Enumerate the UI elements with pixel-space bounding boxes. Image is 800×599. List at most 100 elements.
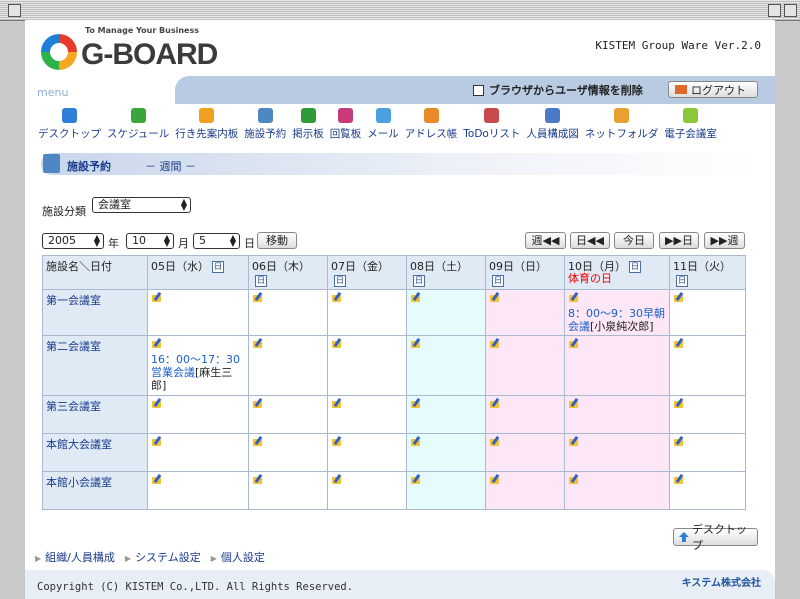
new-reservation-pencil-icon[interactable] [673,398,685,410]
nav-item-1[interactable]: スケジュール [104,108,172,141]
prev-week-button[interactable]: 週◀◀ [525,232,566,249]
reservation-cell [327,289,407,336]
nav-item-7[interactable]: アドレス帳 [402,108,461,141]
day-view-icon[interactable]: 日 [255,275,267,287]
reservation-cell [564,395,670,434]
new-reservation-pencil-icon[interactable] [252,436,264,448]
new-reservation-pencil-icon[interactable] [331,474,343,486]
day-select[interactable]: 5 ▲ ▼ [193,233,240,249]
new-reservation-pencil-icon[interactable] [331,398,343,410]
logout-icon [675,85,687,94]
day-header-label[interactable]: 09日（日） [489,260,547,273]
new-reservation-pencil-icon[interactable] [489,474,501,486]
new-reservation-pencil-icon[interactable] [568,338,580,350]
new-reservation-pencil-icon[interactable] [489,338,501,350]
window-collapse-button[interactable] [784,4,797,17]
clear-info-checkbox[interactable] [473,84,484,96]
room-name[interactable]: 第三会議室 [42,395,148,434]
new-reservation-pencil-icon[interactable] [568,474,580,486]
window-zoom-button[interactable] [768,4,781,17]
nav-item-10[interactable]: ネットフォルダ [582,108,662,141]
today-button[interactable]: 今日 [614,232,654,249]
reservation-cell [485,471,565,510]
move-button[interactable]: 移動 [257,232,297,249]
new-reservation-pencil-icon[interactable] [568,292,580,304]
desktop-button[interactable]: デスクトップ [673,523,758,552]
new-reservation-pencil-icon[interactable] [410,398,422,410]
day-header-label[interactable]: 06日（木） [252,260,310,273]
new-reservation-pencil-icon[interactable] [252,292,264,304]
nav-item-5[interactable]: 回覧板 [327,108,365,141]
new-reservation-pencil-icon[interactable] [568,436,580,448]
new-reservation-pencil-icon[interactable] [252,338,264,350]
new-reservation-pencil-icon[interactable] [151,398,163,410]
facility-category-select[interactable]: 会議室 ▲ ▼ [92,197,191,213]
next-day-button[interactable]: ▶▶日 [659,232,699,249]
footer-link-0[interactable]: ▶ 組織/人員構成 [35,549,115,565]
new-reservation-pencil-icon[interactable] [252,398,264,410]
nav-item-11[interactable]: 電子会議室 [661,108,720,141]
day-header-label[interactable]: 05日（水） [151,260,209,273]
new-reservation-pencil-icon[interactable] [151,436,163,448]
nav-item-8[interactable]: ToDoリスト [460,108,523,141]
room-name[interactable]: 本館小会議室 [42,471,148,510]
day-view-icon[interactable]: 日 [413,275,425,287]
room-name[interactable]: 第二会議室 [42,335,148,396]
nav-item-label: 行き先案内板 [175,128,239,140]
clear-browser-user-info[interactable]: ブラウザからユーザ情報を削除 [473,82,643,98]
nav-item-3[interactable]: 施設予約 [241,108,289,141]
new-reservation-pencil-icon[interactable] [331,338,343,350]
footer-link-1[interactable]: ▶ システム設定 [125,549,201,565]
day-header-label[interactable]: 08日（土） [410,260,468,273]
day-view-icon[interactable]: 日 [492,275,504,287]
next-week-button[interactable]: ▶▶週 [704,232,745,249]
reservation-cell [485,335,565,396]
nav-item-9[interactable]: 人員構成図 [523,108,582,141]
new-reservation-pencil-icon[interactable] [410,338,422,350]
new-reservation-pencil-icon[interactable] [568,398,580,410]
new-reservation-pencil-icon[interactable] [151,292,163,304]
year-label: 年 [108,237,119,250]
reservation-cell [669,395,746,434]
table-row: 第一会議室 8：00～9：30早朝会議[小泉純次郎] [42,289,746,336]
new-reservation-pencil-icon[interactable] [151,338,163,350]
month-select[interactable]: 10 ▲ ▼ [126,233,174,249]
gboard-logo[interactable]: To Manage Your Business G-BOARD [37,26,218,78]
reservation-entry[interactable]: 8：00～9：30早朝会議[小泉純次郎] [568,307,666,333]
new-reservation-pencil-icon[interactable] [331,292,343,304]
new-reservation-pencil-icon[interactable] [673,436,685,448]
prev-day-button[interactable]: 日◀◀ [570,232,610,249]
new-reservation-pencil-icon[interactable] [489,398,501,410]
room-name[interactable]: 本館大会議室 [42,433,148,472]
nav-item-6[interactable]: メール [364,108,402,141]
day-view-icon[interactable]: 日 [334,275,346,287]
new-reservation-pencil-icon[interactable] [673,474,685,486]
day-view-icon[interactable]: 日 [676,275,688,287]
nav-item-2[interactable]: 行き先案内板 [172,108,241,141]
room-name[interactable]: 第一会議室 [42,289,148,336]
day-header-label[interactable]: 11日（火） [673,260,731,273]
footer-link-2[interactable]: ▶ 個人設定 [211,549,265,565]
new-reservation-pencil-icon[interactable] [489,292,501,304]
table-row: 第二会議室 16：00～17：30営業会議[麻生三郎] [42,335,746,396]
reservation-entry[interactable]: 16：00～17：30営業会議[麻生三郎] [151,353,245,392]
window-close-button[interactable] [8,4,21,17]
day-view-icon[interactable]: 日 [629,261,641,273]
logout-button[interactable]: ログアウト [668,81,758,98]
new-reservation-pencil-icon[interactable] [489,436,501,448]
year-value: 2005 [48,234,76,247]
version-label: KISTEM Group Ware Ver.2.0 [595,39,761,52]
new-reservation-pencil-icon[interactable] [331,436,343,448]
day-view-icon[interactable]: 日 [212,261,224,273]
new-reservation-pencil-icon[interactable] [673,338,685,350]
nav-item-0[interactable]: デスクトップ [35,108,104,141]
new-reservation-pencil-icon[interactable] [410,474,422,486]
new-reservation-pencil-icon[interactable] [410,292,422,304]
new-reservation-pencil-icon[interactable] [151,474,163,486]
new-reservation-pencil-icon[interactable] [410,436,422,448]
nav-item-4[interactable]: 掲示板 [289,108,327,141]
day-header-label[interactable]: 07日（金） [331,260,389,273]
new-reservation-pencil-icon[interactable] [673,292,685,304]
new-reservation-pencil-icon[interactable] [252,474,264,486]
year-select[interactable]: 2005 ▲ ▼ [42,233,104,249]
